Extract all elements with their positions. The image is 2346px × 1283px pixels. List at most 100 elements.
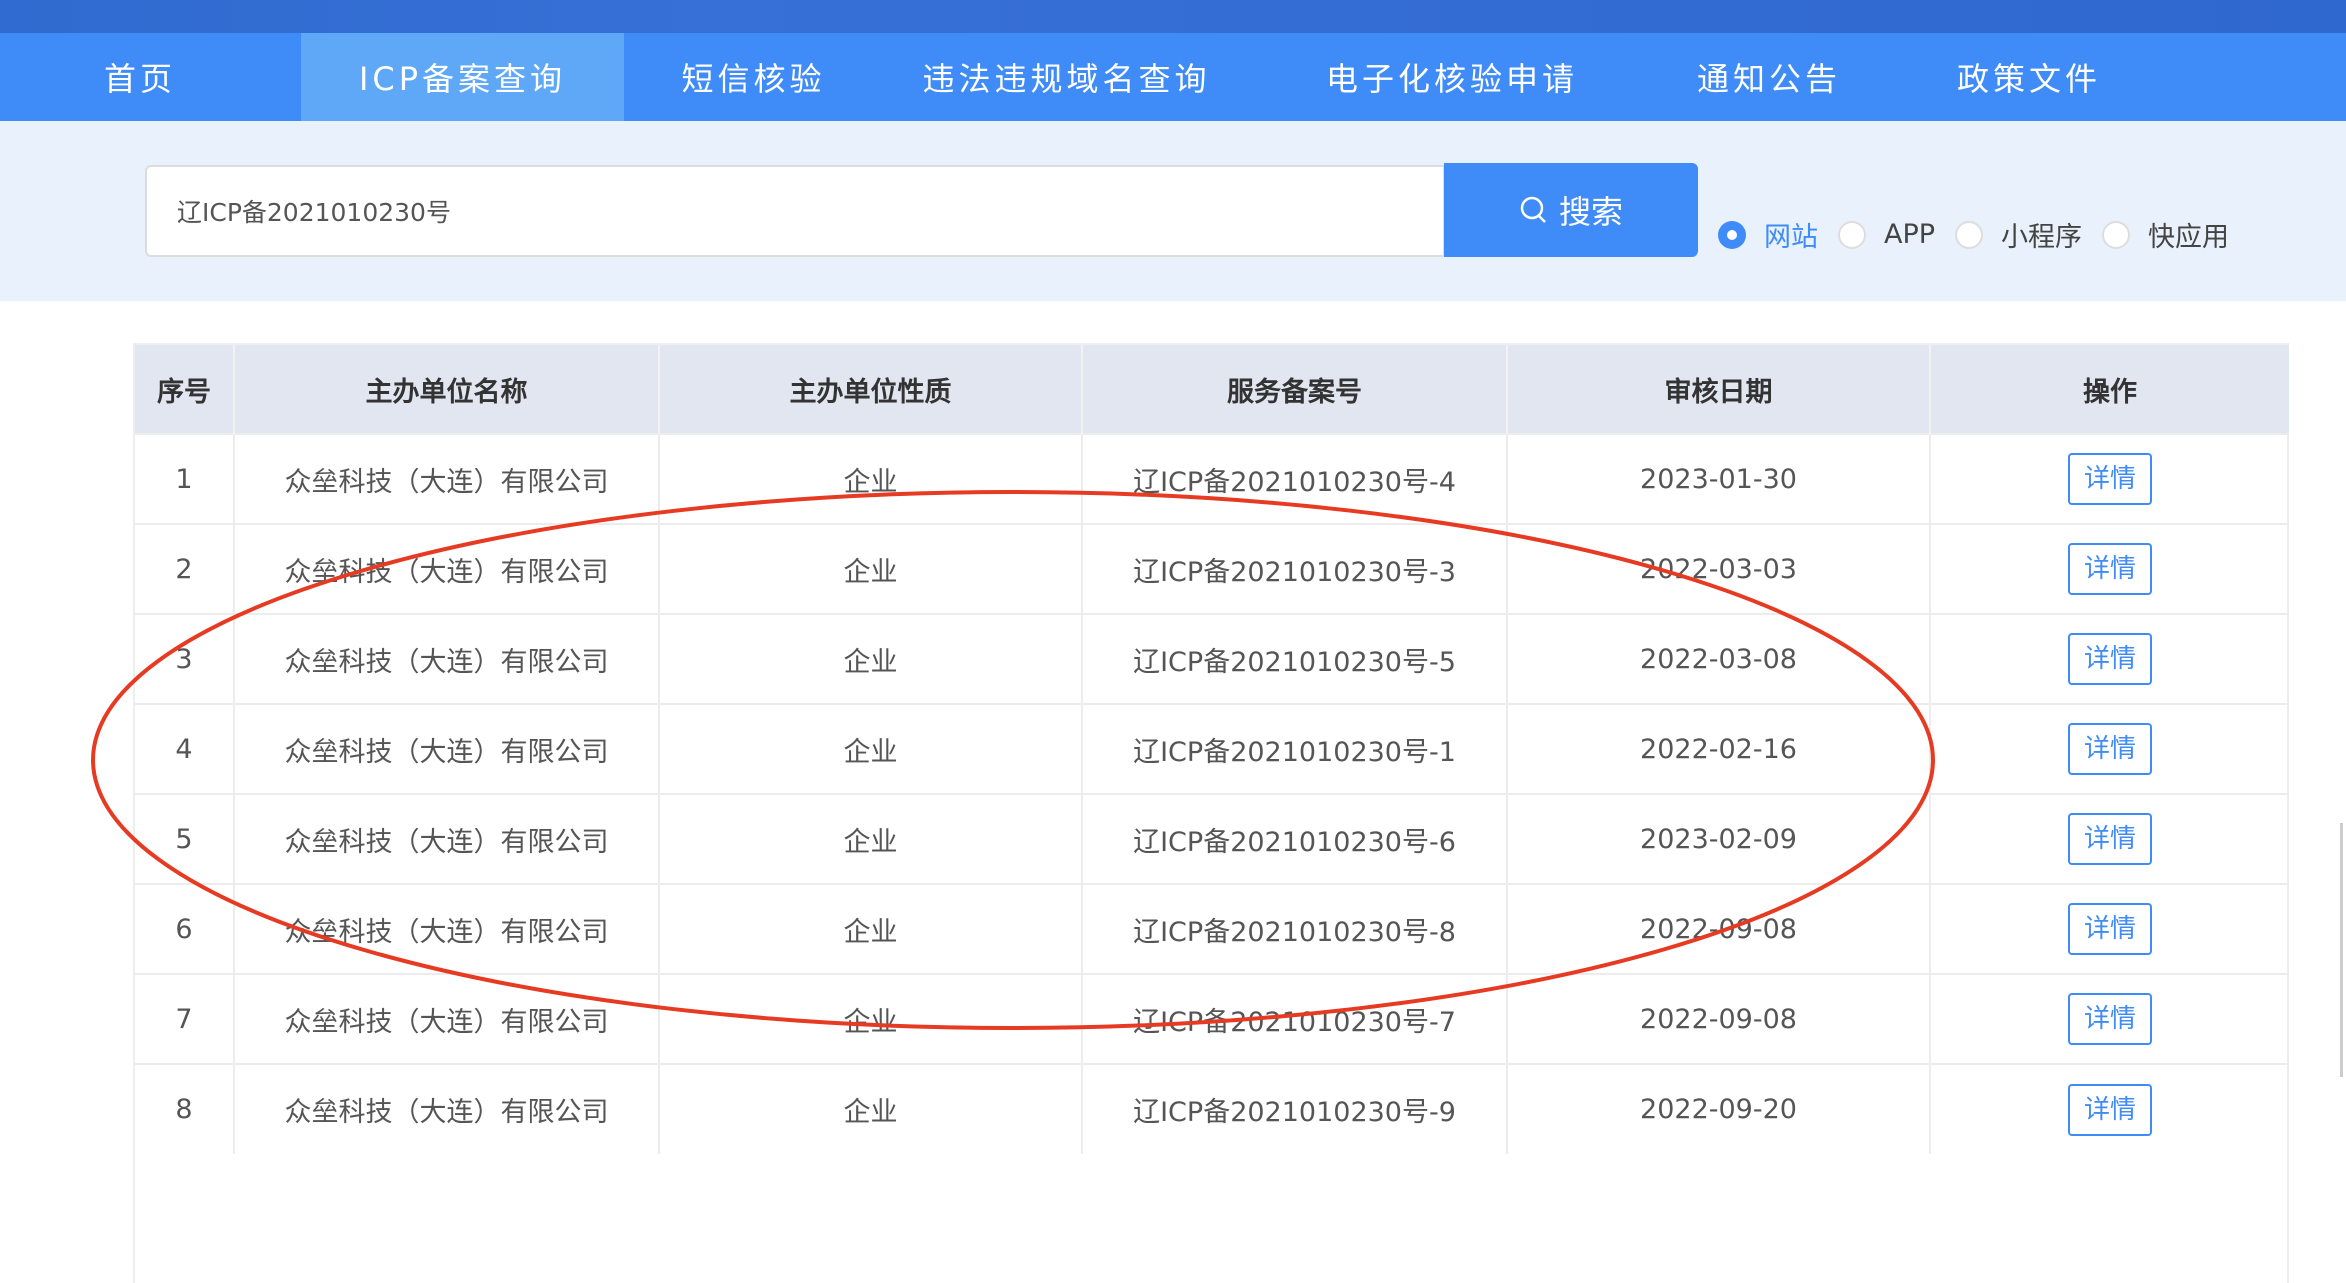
cell-org-name: 众垒科技（大连）有限公司 — [234, 973, 660, 1064]
cell-record-no: 辽ICP备2021010230号-4 — [1082, 433, 1508, 524]
cell-action: 详情 — [1930, 793, 2289, 884]
cell-record-no: 辽ICP备2021010230号-7 — [1082, 973, 1508, 1064]
cell-record-no: 辽ICP备2021010230号-9 — [1082, 1063, 1508, 1154]
detail-button[interactable]: 详情 — [2068, 993, 2152, 1045]
radio-circle[interactable] — [1838, 220, 1866, 249]
cell-index: 3 — [135, 613, 235, 704]
cell-org-type: 企业 — [659, 1063, 1083, 1154]
cell-action: 详情 — [1930, 1063, 2289, 1154]
cell-date: 2023-02-09 — [1507, 793, 1931, 884]
radio-circle[interactable] — [2102, 220, 2131, 249]
cell-action: 详情 — [1930, 523, 2289, 614]
cell-record-no: 辽ICP备2021010230号-3 — [1082, 523, 1508, 614]
cell-date: 2022-02-16 — [1507, 703, 1931, 794]
cell-index: 2 — [135, 523, 235, 614]
cell-org-type: 企业 — [659, 703, 1083, 794]
col-header-index: 序号 — [135, 345, 235, 434]
cell-index: 5 — [135, 793, 235, 884]
table-row: 5 众垒科技（大连）有限公司 企业 辽ICP备2021010230号-6 2023-02… — [135, 793, 2289, 884]
tab-sms-verify[interactable]: 短信核验 — [624, 33, 883, 121]
radio-website[interactable]: 网站 — [1718, 215, 1818, 254]
radio-label: 小程序 — [2001, 222, 2083, 253]
radio-label: APP — [1884, 219, 1936, 250]
search-button-label: 搜索 — [1558, 193, 1623, 231]
cell-org-name: 众垒科技（大连）有限公司 — [234, 1063, 660, 1154]
table-row: 8 众垒科技（大连）有限公司 企业 辽ICP备2021010230号-9 2022-09… — [135, 1063, 2289, 1154]
detail-button[interactable]: 详情 — [2068, 903, 2152, 955]
cell-date: 2022-09-08 — [1507, 883, 1931, 974]
table-row: 7 众垒科技（大连）有限公司 企业 辽ICP备2021010230号-7 2022-09… — [135, 973, 2289, 1064]
cell-date: 2022-03-08 — [1507, 613, 1931, 704]
detail-button[interactable]: 详情 — [2068, 543, 2152, 595]
cell-org-type: 企业 — [659, 613, 1083, 704]
cell-record-no: 辽ICP备2021010230号-5 — [1082, 613, 1508, 704]
cell-org-name: 众垒科技（大连）有限公司 — [234, 883, 660, 974]
cell-action: 详情 — [1930, 613, 2289, 704]
cell-org-name: 众垒科技（大连）有限公司 — [234, 523, 660, 614]
cell-org-type: 企业 — [659, 883, 1083, 974]
tab-icp-query[interactable]: ICP备案查询 — [301, 33, 624, 121]
cell-record-no: 辽ICP备2021010230号-8 — [1082, 883, 1508, 974]
cell-org-name: 众垒科技（大连）有限公司 — [234, 613, 660, 704]
type-radio-group: 网站 APP 小程序 快应用 — [1718, 215, 2249, 254]
detail-button[interactable]: 详情 — [2068, 453, 2152, 505]
detail-button[interactable]: 详情 — [2068, 1083, 2152, 1136]
radio-quick-app[interactable]: 快应用 — [2102, 215, 2229, 254]
tab-illegal-domain[interactable]: 违法违规域名查询 — [883, 33, 1250, 121]
cell-index: 1 — [135, 433, 235, 524]
radio-label: 网站 — [1764, 222, 1818, 253]
table-row: 6 众垒科技（大连）有限公司 企业 辽ICP备2021010230号-8 2022-09… — [135, 883, 2289, 974]
cell-index: 6 — [135, 883, 235, 974]
search-icon — [1520, 196, 1546, 223]
scrollbar[interactable] — [2340, 823, 2343, 1077]
detail-button[interactable]: 详情 — [2068, 813, 2152, 865]
cell-action: 详情 — [1930, 973, 2289, 1064]
cell-org-name: 众垒科技（大连）有限公司 — [234, 433, 660, 524]
radio-circle[interactable] — [1718, 220, 1746, 249]
cell-date: 2022-09-08 — [1507, 973, 1931, 1064]
cell-date: 2022-09-20 — [1507, 1063, 1931, 1154]
results-table: 序号 主办单位名称 主办单位性质 服务备案号 审核日期 操作 1 众垒科技（大连）… — [135, 345, 2289, 1154]
detail-button[interactable]: 详情 — [2068, 633, 2152, 685]
cell-org-type: 企业 — [659, 973, 1083, 1064]
cell-index: 4 — [135, 703, 235, 794]
header-banner — [0, 0, 2346, 33]
table-row: 1 众垒科技（大连）有限公司 企业 辽ICP备2021010230号-4 2023-01… — [135, 433, 2289, 524]
table-header-row: 序号 主办单位名称 主办单位性质 服务备案号 审核日期 操作 — [135, 345, 2289, 434]
search-button[interactable]: 搜索 — [1444, 163, 1698, 257]
cell-action: 详情 — [1930, 883, 2289, 974]
col-header-action: 操作 — [1930, 345, 2289, 434]
radio-app[interactable]: APP — [1838, 219, 1935, 250]
results-table-container: 序号 主办单位名称 主办单位性质 服务备案号 审核日期 操作 1 众垒科技（大连）… — [133, 343, 2289, 1283]
radio-mini-program[interactable]: 小程序 — [1955, 215, 2082, 254]
cell-date: 2023-01-30 — [1507, 433, 1931, 524]
tab-e-verify[interactable]: 电子化核验申请 — [1250, 33, 1654, 121]
cell-org-type: 企业 — [659, 523, 1083, 614]
cell-org-name: 众垒科技（大连）有限公司 — [234, 793, 660, 884]
cell-index: 7 — [135, 973, 235, 1064]
table-row: 4 众垒科技（大连）有限公司 企业 辽ICP备2021010230号-1 2022-02… — [135, 703, 2289, 794]
radio-circle[interactable] — [1955, 220, 1984, 249]
search-input[interactable]: 辽ICP备2021010230号 — [145, 165, 1445, 257]
cell-action: 详情 — [1930, 433, 2289, 524]
col-header-org-type: 主办单位性质 — [659, 345, 1083, 434]
detail-button[interactable]: 详情 — [2068, 723, 2152, 775]
tab-notices[interactable]: 通知公告 — [1654, 33, 1884, 121]
cell-org-type: 企业 — [659, 793, 1083, 884]
cell-date: 2022-03-03 — [1507, 523, 1931, 614]
table-row: 3 众垒科技（大连）有限公司 企业 辽ICP备2021010230号-5 2022-03… — [135, 613, 2289, 704]
tab-policy[interactable]: 政策文件 — [1884, 33, 2174, 121]
cell-record-no: 辽ICP备2021010230号-6 — [1082, 793, 1508, 884]
main-nav: 首页 ICP备案查询 短信核验 违法违规域名查询 电子化核验申请 通知公告 政策… — [0, 33, 2346, 121]
col-header-date: 审核日期 — [1507, 345, 1931, 434]
cell-action: 详情 — [1930, 703, 2289, 794]
tab-home[interactable]: 首页 — [0, 33, 301, 121]
col-header-record-no: 服务备案号 — [1082, 345, 1508, 434]
cell-org-type: 企业 — [659, 433, 1083, 524]
cell-record-no: 辽ICP备2021010230号-1 — [1082, 703, 1508, 794]
table-row: 2 众垒科技（大连）有限公司 企业 辽ICP备2021010230号-3 2022-03… — [135, 523, 2289, 614]
cell-index: 8 — [135, 1063, 235, 1154]
col-header-org-name: 主办单位名称 — [234, 345, 660, 434]
radio-label: 快应用 — [2148, 222, 2230, 253]
cell-org-name: 众垒科技（大连）有限公司 — [234, 703, 660, 794]
